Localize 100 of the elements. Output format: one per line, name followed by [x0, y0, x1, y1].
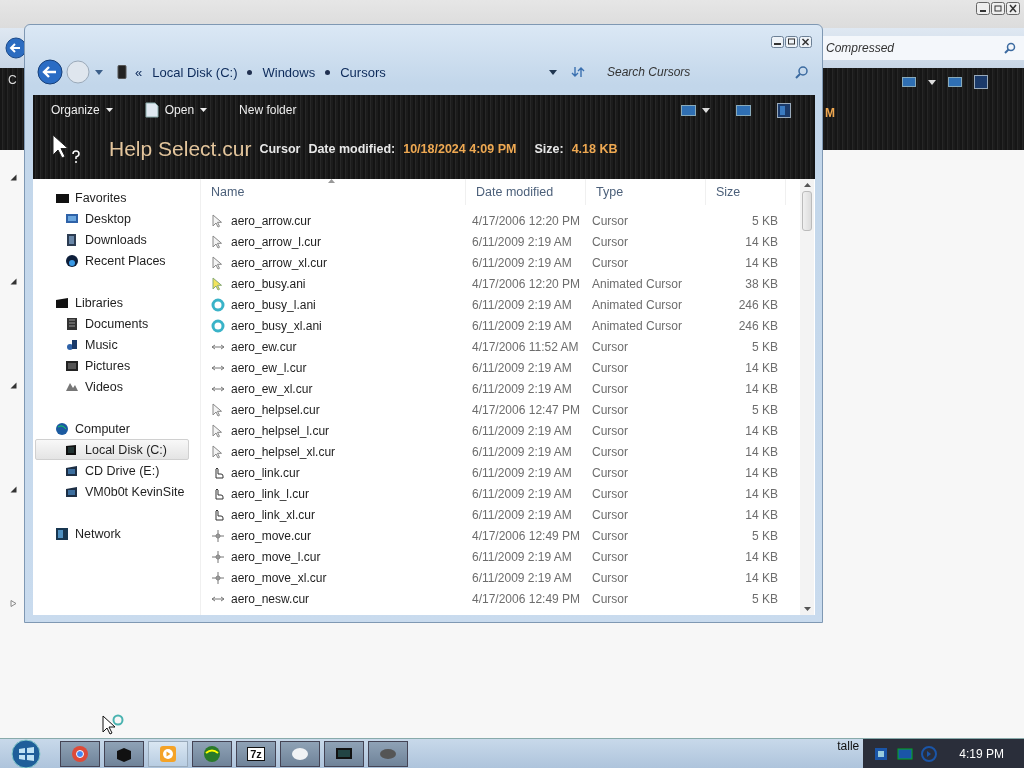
minimize-button[interactable]: [771, 36, 784, 48]
file-name[interactable]: aero_helpsel_xl.cur: [231, 444, 336, 459]
file-name[interactable]: aero_link_xl.cur: [231, 507, 316, 522]
details-value: 4.18 KB: [571, 142, 618, 156]
address-bar[interactable]: « Local Disk (C:) Windows Cursors: [111, 60, 563, 84]
file-name[interactable]: aero_move.cur: [231, 528, 312, 543]
file-name[interactable]: aero_helpsel.cur: [231, 402, 320, 417]
type-cell-text: Cursor: [591, 255, 629, 270]
collapse-arrow-icon[interactable]: [10, 278, 17, 285]
column-header[interactable]: Date modified: [466, 179, 586, 205]
search-field[interactable]: Compressed: [820, 36, 1024, 60]
file-name[interactable]: aero_busy.ani: [231, 276, 306, 291]
file-name[interactable]: aero_arrow.cur: [231, 213, 312, 228]
back-button[interactable]: [37, 59, 63, 85]
file-name[interactable]: aero_move_xl.cur: [231, 570, 327, 585]
size-cell-text: 38 KB: [744, 276, 779, 291]
scroll-down-icon[interactable]: [803, 607, 811, 611]
navigation-item[interactable]: Computer: [35, 418, 200, 439]
preview-pane-icon[interactable]: [736, 104, 751, 116]
navigation-item[interactable]: CD Drive (E:): [35, 460, 200, 481]
size-cell-text: 14 KB: [744, 444, 779, 459]
caret-icon[interactable]: [702, 107, 710, 113]
toolbar-button[interactable]: New folder: [233, 99, 303, 121]
refresh-icon[interactable]: [571, 65, 585, 79]
date-cell-text: 4/17/2006 12:47 PM: [471, 402, 582, 417]
details-value: 10/18/2024 4:09 PM: [403, 142, 517, 156]
taskbar-button[interactable]: [280, 740, 320, 767]
scroll-up-icon[interactable]: [803, 183, 811, 187]
date-cell-text: 6/11/2009 2:19 AM: [471, 549, 573, 564]
date-cell-text: 6/11/2009 2:19 AM: [471, 423, 573, 438]
file-name[interactable]: aero_link_l.cur: [231, 486, 310, 501]
maximize-button[interactable]: [785, 36, 798, 48]
size-cell-text: 14 KB: [744, 381, 779, 396]
taskbar-button[interactable]: 7z: [236, 740, 276, 767]
file-name[interactable]: aero_link.cur: [231, 465, 300, 480]
clock[interactable]: 4:19 PM: [959, 746, 1004, 761]
column-header[interactable]: Name: [201, 179, 466, 205]
move-cursor-icon: [211, 570, 225, 585]
file-name[interactable]: aero_ew_xl.cur: [231, 381, 313, 396]
file-name[interactable]: aero_busy_xl.ani: [231, 318, 322, 333]
file-name[interactable]: aero_arrow_xl.cur: [231, 255, 328, 270]
taskbar-button[interactable]: [60, 740, 100, 767]
taskbar-button[interactable]: [324, 740, 364, 767]
scrollbar[interactable]: [800, 179, 814, 615]
file-name[interactable]: aero_ew_l.cur: [231, 360, 307, 375]
breadcrumb-item[interactable]: Windows: [262, 64, 316, 80]
file-name[interactable]: aero_helpsel_l.cur: [231, 423, 330, 438]
navigation-item[interactable]: Downloads: [35, 229, 200, 250]
scrollbar-thumb[interactable]: [802, 191, 812, 231]
monitor-icon[interactable]: [897, 746, 914, 761]
navigation-item[interactable]: VM0b0t KevinSite: [35, 481, 200, 502]
taskbar-button[interactable]: [368, 740, 408, 767]
maximize-button[interactable]: [991, 2, 1005, 15]
navigation-item[interactable]: Pictures: [35, 355, 200, 376]
type-cell-text: Cursor: [591, 507, 629, 522]
collapse-arrow-icon[interactable]: [10, 486, 17, 493]
music-icon: [65, 337, 79, 352]
search-field[interactable]: Search Cursors: [597, 60, 814, 84]
minimize-button[interactable]: [976, 2, 990, 15]
close-button[interactable]: [1006, 2, 1020, 15]
column-header[interactable]: Size: [706, 179, 786, 205]
caret-icon[interactable]: [928, 79, 936, 85]
help-icon[interactable]: [974, 75, 988, 89]
size-cell-text: 14 KB: [744, 423, 779, 438]
menu-button[interactable]: Open: [138, 98, 214, 122]
type-cell-text: Cursor: [591, 591, 629, 606]
navigation-item[interactable]: Documents: [35, 313, 200, 334]
cursor-arrow-icon: [211, 213, 225, 228]
taskbar-button[interactable]: [192, 740, 232, 767]
navigation-item[interactable]: Local Disk (C:): [35, 439, 189, 460]
file-name[interactable]: aero_ew.cur: [231, 339, 297, 354]
navigation-item[interactable]: Network: [35, 523, 200, 544]
file-name[interactable]: aero_busy_l.ani: [231, 297, 316, 312]
breadcrumb-item[interactable]: Cursors: [340, 64, 386, 80]
change-view-icon[interactable]: [681, 104, 696, 116]
collapse-arrow-icon[interactable]: [10, 174, 17, 181]
navigation-item[interactable]: Favorites: [35, 187, 200, 208]
help-icon[interactable]: [777, 102, 791, 118]
file-name[interactable]: aero_move_l.cur: [231, 549, 321, 564]
menu-button[interactable]: Organize: [45, 99, 119, 121]
column-header[interactable]: Type: [586, 179, 706, 205]
close-button[interactable]: [799, 36, 812, 48]
navigation-item[interactable]: Music: [35, 334, 200, 355]
taskbar-button[interactable]: [104, 740, 144, 767]
size-cell-text: 14 KB: [744, 507, 779, 522]
type-cell-text: Cursor: [591, 570, 629, 585]
navigation-item[interactable]: Desktop: [35, 208, 200, 229]
size-cell-text: 14 KB: [744, 465, 779, 480]
breadcrumb-item[interactable]: Local Disk (C:): [152, 64, 238, 80]
expand-arrow-icon[interactable]: [10, 600, 17, 607]
collapse-arrow-icon[interactable]: [10, 382, 17, 389]
navigation-item[interactable]: Videos: [35, 376, 200, 397]
file-name[interactable]: aero_arrow_l.cur: [231, 234, 322, 249]
size-cell-text: 14 KB: [744, 570, 779, 585]
navigation-item[interactable]: Recent Places: [35, 250, 200, 271]
date-cell-text: 6/11/2009 2:19 AM: [471, 570, 573, 585]
navigation-item[interactable]: Libraries: [35, 292, 200, 313]
file-name[interactable]: aero_nesw.cur: [231, 591, 310, 606]
breadcrumb-overflow[interactable]: «: [135, 64, 143, 80]
help-cursor-icon: [51, 133, 81, 165]
